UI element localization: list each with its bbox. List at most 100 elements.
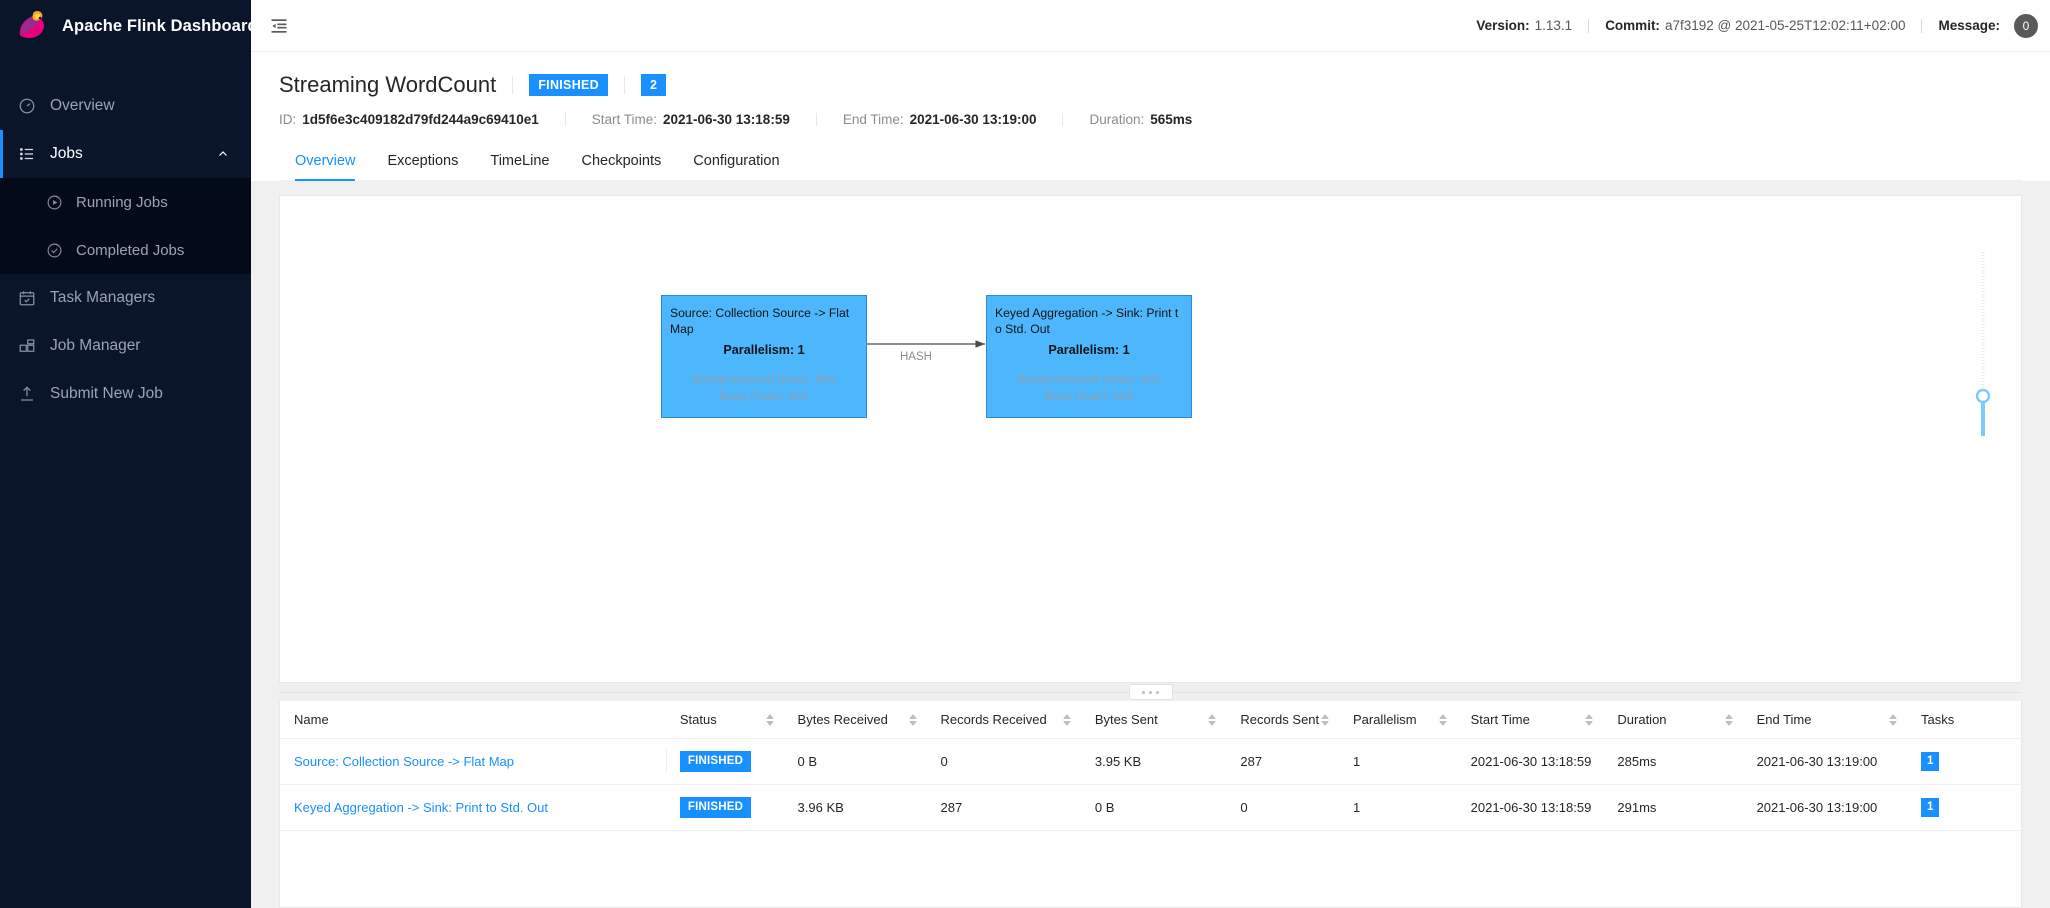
sort-toggle[interactable] <box>1439 714 1447 726</box>
sidebar-item-completed-jobs[interactable]: Completed Jobs <box>0 226 251 274</box>
job-meta: ID: 1d5f6e3c409182d79fd244a9c69410e1 Sta… <box>279 112 2022 127</box>
col-bytes-sent[interactable]: Bytes Sent <box>1081 701 1227 739</box>
tab-checkpoints[interactable]: Checkpoints <box>565 143 677 180</box>
col-name[interactable]: Name <box>280 701 666 739</box>
cell-parallelism: 1 <box>1339 784 1457 830</box>
message-count-badge[interactable]: 0 <box>2014 14 2038 38</box>
cell-name[interactable]: Keyed Aggregation -> Sink: Print to Std.… <box>280 784 666 830</box>
sort-toggle[interactable] <box>766 714 774 726</box>
sidebar: Apache Flink Dashboard Overview Jobs <box>0 0 251 908</box>
content: Streaming WordCount FINISHED 2 ID: 1d5f6… <box>251 52 2050 908</box>
col-status[interactable]: Status <box>666 701 784 739</box>
cell-end-time: 2021-06-30 13:19:00 <box>1743 739 1907 785</box>
drag-handle-dots[interactable] <box>1129 684 1173 700</box>
table-row[interactable]: Source: Collection Source -> Flat Map FI… <box>280 739 2021 785</box>
version-label: Version: <box>1476 18 1529 33</box>
status-badge: FINISHED <box>529 74 608 97</box>
sidebar-subgroup-jobs: Running Jobs Completed Jobs <box>0 178 251 274</box>
sidebar-item-label: Job Manager <box>50 337 140 355</box>
col-label: End Time <box>1757 712 1812 727</box>
column-resize-handle[interactable] <box>666 748 667 774</box>
col-bytes-received[interactable]: Bytes Received <box>784 701 927 739</box>
cell-end-time: 2021-06-30 13:19:00 <box>1743 784 1907 830</box>
cell-start-time: 2021-06-30 13:18:59 <box>1457 739 1604 785</box>
sidebar-item-job-manager[interactable]: Job Manager <box>0 322 251 370</box>
sort-toggle[interactable] <box>1725 714 1733 726</box>
node-title: Source: Collection Source -> Flat Map <box>670 305 858 337</box>
cell-records-sent: 287 <box>1226 739 1339 785</box>
sidebar-item-overview[interactable]: Overview <box>0 82 251 130</box>
node-backpressured: Backpressured (max): N/A <box>995 371 1183 389</box>
cell-tasks: 1 <box>1907 784 2021 830</box>
cell-tasks: 1 <box>1907 739 2021 785</box>
panel-resize-handle[interactable] <box>279 683 2022 701</box>
cell-status: FINISHED <box>666 739 784 785</box>
table-row[interactable]: Keyed Aggregation -> Sink: Print to Std.… <box>280 784 2021 830</box>
cell-start-time: 2021-06-30 13:18:59 <box>1457 784 1604 830</box>
zoom-slider-track[interactable] <box>1971 246 1995 446</box>
task-badge: 1 <box>1921 752 1939 771</box>
sort-toggle[interactable] <box>1321 714 1329 726</box>
active-indicator <box>0 130 3 178</box>
vertex-link[interactable]: Keyed Aggregation -> Sink: Print to Std.… <box>294 800 548 815</box>
topbar: Version: 1.13.1 Commit: a7f3192 @ 2021-0… <box>251 0 2050 52</box>
tab-bar: Overview Exceptions TimeLine Checkpoints… <box>279 143 2022 181</box>
page-title: Streaming WordCount <box>279 72 496 98</box>
brand[interactable]: Apache Flink Dashboard <box>0 0 251 52</box>
menu-fold-icon[interactable] <box>269 16 289 36</box>
start-time-label: Start Time: <box>592 112 657 127</box>
duration-label: Duration: <box>1089 112 1144 127</box>
node-parallelism: Parallelism: 1 <box>670 342 858 359</box>
job-graph-node-source[interactable]: Source: Collection Source -> Flat Map Pa… <box>661 295 867 418</box>
sidebar-item-running-jobs[interactable]: Running Jobs <box>0 178 251 226</box>
tab-exceptions[interactable]: Exceptions <box>371 143 474 180</box>
cell-name[interactable]: Source: Collection Source -> Flat Map <box>280 739 666 785</box>
job-graph-node-sink[interactable]: Keyed Aggregation -> Sink: Print to Std.… <box>986 295 1192 418</box>
cell-duration: 291ms <box>1603 784 1742 830</box>
tab-overview[interactable]: Overview <box>279 143 371 180</box>
commit-value: a7f3192 @ 2021-05-25T12:02:11+02:00 <box>1665 18 1906 33</box>
cell-bytes-sent: 0 B <box>1081 784 1227 830</box>
tab-timeline[interactable]: TimeLine <box>474 143 565 180</box>
col-label: Bytes Received <box>798 712 888 727</box>
job-graph-panel[interactable]: HASH Source: Collection Source -> Flat M… <box>279 195 2022 683</box>
play-circle-icon <box>46 194 63 211</box>
cell-records-received: 0 <box>927 739 1081 785</box>
upload-icon <box>18 385 36 403</box>
col-parallelism[interactable]: Parallelism <box>1339 701 1457 739</box>
sidebar-item-task-managers[interactable]: Task Managers <box>0 274 251 322</box>
sidebar-item-jobs[interactable]: Jobs <box>0 130 251 178</box>
sidebar-item-label: Overview <box>50 97 115 115</box>
sidebar-item-submit-new-job[interactable]: Submit New Job <box>0 370 251 418</box>
col-records-received[interactable]: Records Received <box>927 701 1081 739</box>
sort-toggle[interactable] <box>1208 714 1216 726</box>
divider <box>565 113 566 126</box>
brand-title: Apache Flink Dashboard <box>62 17 258 36</box>
chevron-up-icon[interactable] <box>217 148 229 160</box>
col-duration[interactable]: Duration <box>1603 701 1742 739</box>
node-title: Keyed Aggregation -> Sink: Print to Std.… <box>995 305 1183 337</box>
sort-toggle[interactable] <box>1889 714 1897 726</box>
table-header-row: Name Status Bytes Received Records Recei… <box>280 701 2021 739</box>
graph-zoom-slider[interactable] <box>1971 246 1995 451</box>
job-id-value: 1d5f6e3c409182d79fd244a9c69410e1 <box>302 112 538 127</box>
col-start-time[interactable]: Start Time <box>1457 701 1604 739</box>
sidebar-item-label: Running Jobs <box>76 194 168 211</box>
divider <box>1588 19 1589 33</box>
cell-parallelism: 1 <box>1339 739 1457 785</box>
edge-label-hash: HASH <box>900 351 932 363</box>
vertices-table-wrapper[interactable]: Name Status Bytes Received Records Recei… <box>279 701 2022 908</box>
col-tasks[interactable]: Tasks <box>1907 701 2021 739</box>
sort-toggle[interactable] <box>909 714 917 726</box>
job-title-row: Streaming WordCount FINISHED 2 <box>279 72 2022 98</box>
node-busy: Busy (max): N/A <box>670 388 858 406</box>
sort-toggle[interactable] <box>1063 714 1071 726</box>
divider <box>816 113 817 126</box>
node-stats: Backpressured (max): N/A Busy (max): N/A <box>995 371 1183 406</box>
col-records-sent[interactable]: Records Sent <box>1226 701 1339 739</box>
col-end-time[interactable]: End Time <box>1743 701 1907 739</box>
sort-toggle[interactable] <box>1585 714 1593 726</box>
tab-configuration[interactable]: Configuration <box>677 143 795 180</box>
main-area: Version: 1.13.1 Commit: a7f3192 @ 2021-0… <box>251 0 2050 908</box>
vertex-link[interactable]: Source: Collection Source -> Flat Map <box>294 754 514 769</box>
